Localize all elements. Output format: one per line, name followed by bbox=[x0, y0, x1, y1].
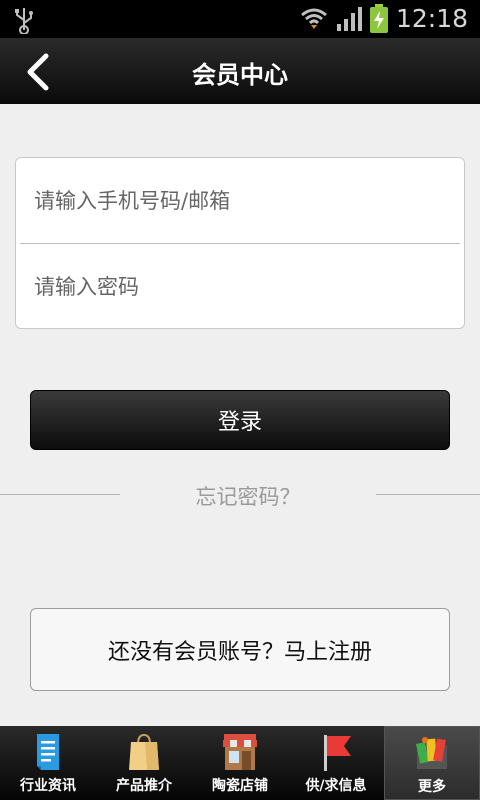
account-input[interactable] bbox=[16, 158, 464, 243]
nav-item-ceramic-stores[interactable]: 陶瓷店铺 bbox=[192, 726, 288, 800]
nav-label: 产品推介 bbox=[116, 778, 172, 794]
clock-time: 12:18 bbox=[396, 4, 469, 33]
page-title: 会员中心 bbox=[192, 61, 288, 89]
nav-item-industry-news[interactable]: 行业资讯 bbox=[0, 726, 96, 800]
nav-label: 更多 bbox=[418, 779, 446, 795]
wifi-icon bbox=[301, 8, 327, 29]
forgot-password-link[interactable]: 忘记密码？ bbox=[120, 481, 376, 511]
bottom-nav: 行业资讯 产品推介 陶瓷店铺 供/求信息 更多 bbox=[0, 726, 480, 800]
flag-icon bbox=[324, 735, 351, 771]
usb-icon bbox=[15, 8, 33, 34]
divider-right bbox=[376, 494, 480, 495]
status-bar: 12:18 bbox=[0, 0, 480, 38]
battery-charging-icon bbox=[370, 4, 388, 33]
nav-item-products[interactable]: 产品推介 bbox=[96, 726, 192, 800]
signal-icon bbox=[337, 7, 362, 31]
nav-label: 陶瓷店铺 bbox=[212, 778, 268, 794]
more-cards-icon bbox=[416, 737, 447, 769]
login-form-card bbox=[15, 157, 465, 329]
document-icon bbox=[37, 734, 59, 770]
register-button[interactable]: 还没有会员账号？马上注册 bbox=[30, 608, 450, 691]
divider-left bbox=[0, 494, 120, 495]
nav-label: 行业资讯 bbox=[20, 778, 76, 794]
store-icon bbox=[223, 734, 257, 770]
nav-label: 供/求信息 bbox=[305, 778, 367, 794]
title-bar: 会员中心 bbox=[0, 38, 480, 104]
shopping-bag-icon bbox=[129, 733, 159, 770]
nav-item-more[interactable]: 更多 bbox=[384, 726, 480, 800]
login-button[interactable]: 登录 bbox=[30, 390, 450, 450]
password-input[interactable] bbox=[16, 244, 464, 329]
nav-item-supply-demand[interactable]: 供/求信息 bbox=[288, 726, 384, 800]
